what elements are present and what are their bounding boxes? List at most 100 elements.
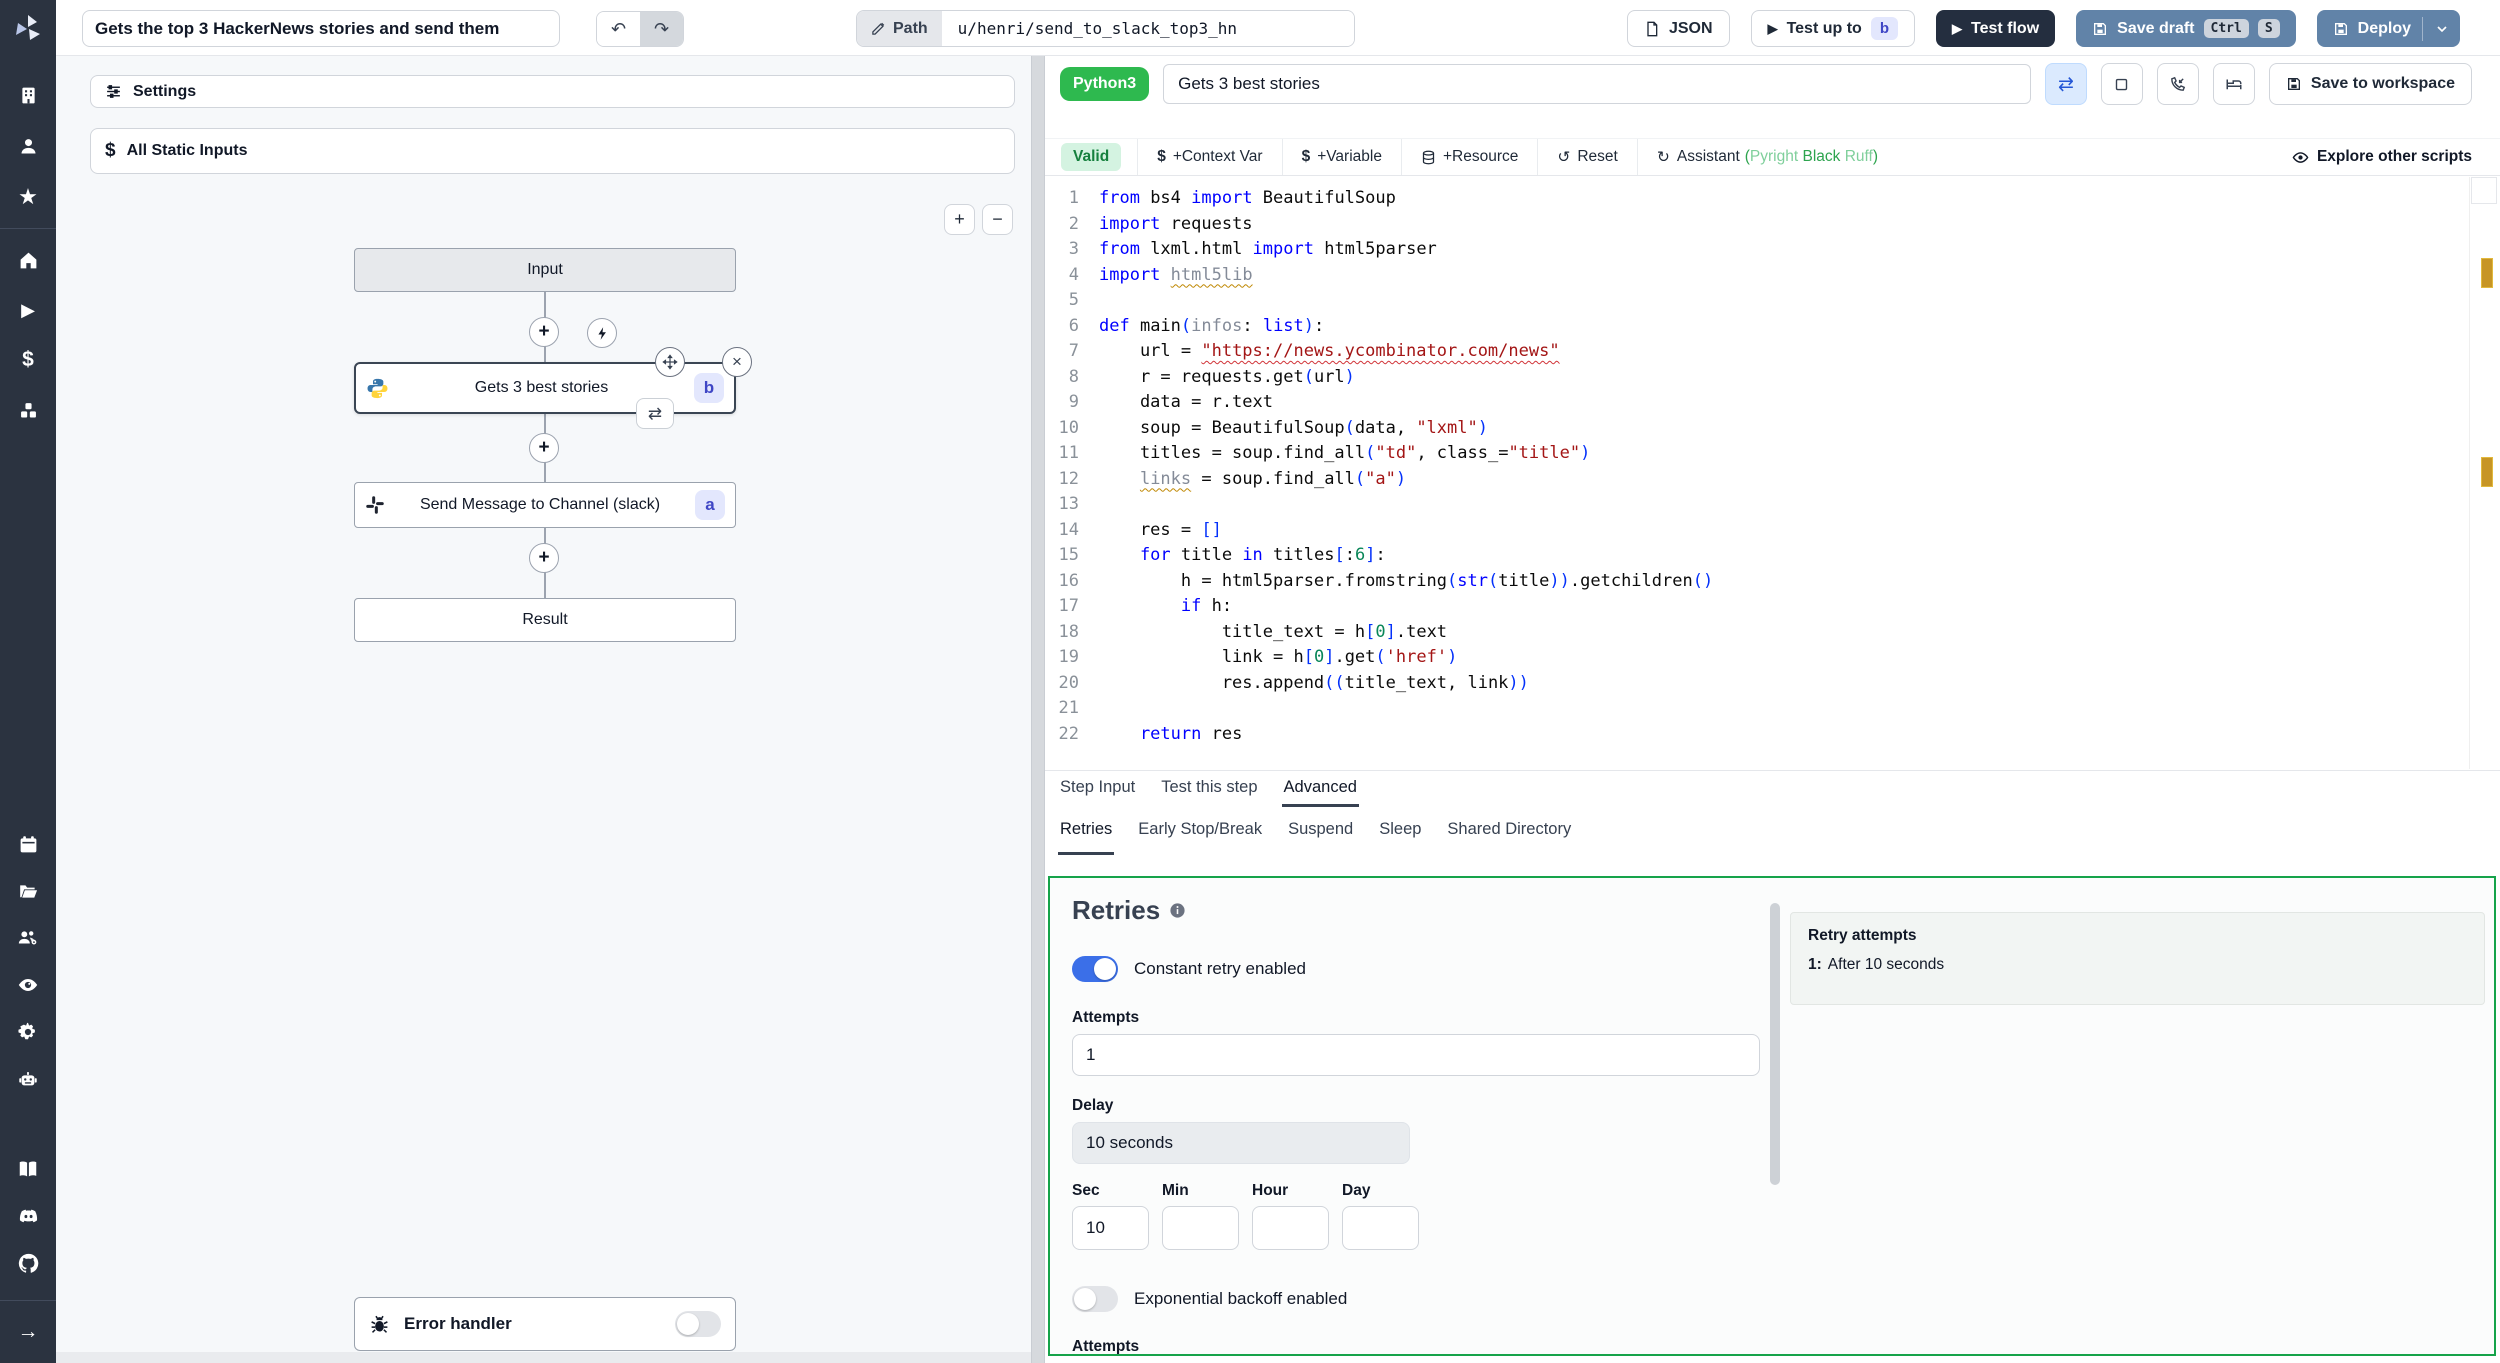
folders-icon[interactable] [0,874,56,908]
code-line: 19 link = h[0].get('href') [1058,647,1458,667]
retry-indicator-button[interactable]: ⇄ [636,398,674,429]
resources-cubes-icon[interactable] [0,393,56,427]
exponential-backoff-label: Exponential backoff enabled [1134,1289,1348,1308]
discord-icon[interactable] [0,1199,56,1233]
step-badge: a [695,490,725,520]
flow-title-input[interactable] [82,10,560,47]
sidebar-divider [0,228,56,229]
test-up-to-button[interactable]: ▶ Test up to b [1750,10,1915,47]
tab-sleep[interactable]: Sleep [1377,807,1423,855]
move-node-button[interactable] [655,347,685,377]
add-context-var-button[interactable]: $ +Context Var [1138,139,1283,175]
sidebar: ★ ▶ $ → [0,0,56,1363]
code-editor[interactable]: 1 from bs4 import BeautifulSoup 2 import re… [1045,177,2500,769]
dollar-icon: $ [1301,148,1311,165]
code-line: 13 [1058,494,1079,514]
tab-advanced[interactable]: Advanced [1281,771,1359,807]
flow-node-input[interactable]: Input [354,248,736,292]
tab-suspend[interactable]: Suspend [1286,807,1355,855]
audit-eye-icon[interactable] [0,968,56,1002]
error-handler-node[interactable]: Error handler [354,1297,736,1351]
code-line: 6 def main(infos: list): [1068,315,1325,336]
schedules-calendar-icon[interactable] [0,827,56,861]
trigger-bolt-button[interactable] [587,318,617,348]
tab-early-stop-break[interactable]: Early Stop/Break [1136,807,1264,855]
github-icon[interactable] [0,1246,56,1280]
tab-retries[interactable]: Retries [1058,807,1115,855]
path-value[interactable]: u/henri/send_to_slack_top3_hn [941,11,1354,46]
workspace-building-icon[interactable] [0,78,56,112]
all-static-inputs-bar[interactable]: $ All Static Inputs [90,128,1015,174]
retries-scrollbar[interactable] [1770,903,1780,1185]
save-to-workspace-button[interactable]: Save to workspace [2268,63,2472,105]
json-button[interactable]: JSON [1626,10,1730,47]
min-input[interactable] [1162,1206,1239,1250]
move-arrows-icon [662,354,678,370]
windmill-logo-icon[interactable] [0,0,56,56]
undo-button[interactable]: ↶ [597,12,640,46]
retries-icon-button[interactable]: ⇄ [2044,63,2087,105]
test-flow-button[interactable]: ▶ Test flow [1935,10,2056,47]
add-step-button[interactable]: + [529,543,559,573]
app-root: ★ ▶ $ → Gets the top 3 HackerNews storie… [0,0,2500,1363]
early-stop-icon-button[interactable] [2100,63,2143,105]
add-variable-button[interactable]: $ +Variable [1283,139,1402,175]
code-line: 15 for title in titles[:6]: [1058,545,1386,565]
exponential-backoff-toggle[interactable] [1072,1286,1118,1312]
constant-retry-toggle[interactable] [1072,956,1118,982]
pencil-icon [872,22,885,35]
stop-square-icon [2116,78,2128,90]
sec-input[interactable] [1072,1206,1149,1250]
delay-input[interactable] [1072,1122,1410,1164]
attempts-input[interactable] [1072,1034,1760,1076]
add-step-button[interactable]: + [529,317,559,347]
reset-button[interactable]: ↺ Reset [1538,139,1638,175]
kbd-s: S [2257,19,2280,38]
tab-test-this-step[interactable]: Test this step [1159,771,1259,807]
path-field[interactable]: Path u/henri/send_to_slack_top3_hn [856,10,1355,47]
panel-resize-divider[interactable] [1031,56,1045,1363]
add-step-button[interactable]: + [529,433,559,463]
variables-dollar-icon[interactable]: $ [0,343,56,377]
suspend-icon-button[interactable] [2156,63,2199,105]
error-handler-toggle[interactable] [675,1311,721,1337]
workers-robot-icon[interactable] [0,1062,56,1096]
groups-users-icon[interactable] [0,921,56,955]
play-icon: ▶ [1767,20,1778,36]
editor-scrollbar[interactable] [2469,177,2470,769]
flow-node-step-a[interactable]: Send Message to Channel (slack) a [354,482,736,528]
bed-icon [2226,79,2242,90]
docs-book-icon[interactable] [0,1152,56,1186]
flow-settings-bar[interactable]: Settings [90,75,1015,108]
add-resource-button[interactable]: +Resource [1402,139,1539,175]
explore-other-scripts-button[interactable]: Explore other scripts [2264,139,2500,175]
assistant-pyright: Pyright [1749,148,1799,165]
redo-button[interactable]: ↷ [640,12,683,46]
hour-input[interactable] [1252,1206,1329,1250]
flow-node-result[interactable]: Result [354,598,736,642]
code-lines: 1 from bs4 import BeautifulSoup 2 import re… [1045,186,2500,747]
chevron-down-icon[interactable] [2434,21,2450,37]
runs-play-icon[interactable]: ▶ [0,293,56,327]
language-badge: Python3 [1060,67,1150,101]
settings-gear-icon[interactable] [0,1015,56,1049]
expand-arrow-icon[interactable]: → [0,1315,56,1349]
info-icon[interactable] [1169,902,1186,919]
step-name-input[interactable] [1163,64,2031,104]
day-input[interactable] [1342,1206,1419,1250]
delete-node-button[interactable]: × [722,347,752,377]
assistant-button[interactable]: ↻ Assistant (Pyright Black Ruff) [1638,139,1897,175]
save-draft-button[interactable]: Save draft Ctrl S [2076,10,2296,47]
flow-horizontal-scrollbar[interactable] [56,1352,1031,1363]
user-icon[interactable] [0,129,56,163]
favorites-star-icon[interactable]: ★ [0,180,56,214]
home-icon[interactable] [0,243,56,277]
tab-shared-directory[interactable]: Shared Directory [1445,807,1573,855]
zoom-out-button[interactable]: − [982,204,1013,235]
deploy-button[interactable]: Deploy [2316,10,2460,47]
sleep-icon-button[interactable] [2212,63,2255,105]
tab-step-input[interactable]: Step Input [1058,771,1137,807]
deploy-separator [2422,16,2423,41]
content: Settings $ All Static Inputs + − Input + [56,56,2500,1363]
zoom-in-button[interactable]: + [944,204,975,235]
